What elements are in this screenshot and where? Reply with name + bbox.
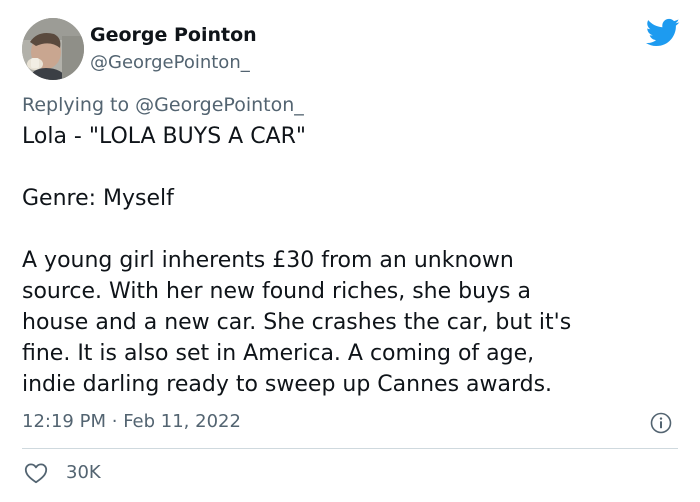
tweet-card: George Pointon @GeorgePointon_ Replying … [0, 0, 700, 502]
meta-separator: · [111, 411, 118, 432]
heart-icon[interactable] [24, 462, 48, 484]
tweet-body-line: house and a new car. She crashes the car… [22, 310, 572, 335]
tweet-time: 12:19 PM [22, 411, 106, 432]
tweet-header: George Pointon @GeorgePointon_ [22, 18, 682, 80]
tweet-text: Lola - "LOLA BUYS A CAR" Genre: Myself A… [22, 121, 692, 400]
replying-to-prefix: Replying to [22, 94, 136, 116]
avatar-photo [22, 18, 84, 80]
divider [22, 448, 678, 449]
author-handle[interactable]: @GeorgePointon_ [90, 52, 250, 73]
tweet-timestamp[interactable]: 12:19 PM · Feb 11, 2022 [22, 411, 241, 432]
like-count[interactable]: 30K [66, 462, 101, 483]
info-icon[interactable] [650, 412, 672, 434]
replying-to: Replying to @GeorgePointon_ [22, 94, 304, 116]
author-name[interactable]: George Pointon [90, 24, 257, 46]
avatar[interactable] [22, 18, 84, 80]
tweet-title-line: Lola - "LOLA BUYS A CAR" [22, 124, 307, 149]
tweet-genre-line: Genre: Myself [22, 186, 174, 211]
tweet-body-line: fine. It is also set in America. A comin… [22, 341, 535, 366]
replying-to-mention[interactable]: @GeorgePointon_ [135, 94, 304, 116]
tweet-body-line: indie darling ready to sweep up Cannes a… [22, 372, 553, 397]
tweet-date: Feb 11, 2022 [123, 411, 241, 432]
tweet-body-line: source. With her new found riches, she b… [22, 279, 531, 304]
tweet-body-line: A young girl inherents £30 from an unkno… [22, 248, 514, 273]
twitter-bird-icon[interactable] [645, 18, 680, 48]
